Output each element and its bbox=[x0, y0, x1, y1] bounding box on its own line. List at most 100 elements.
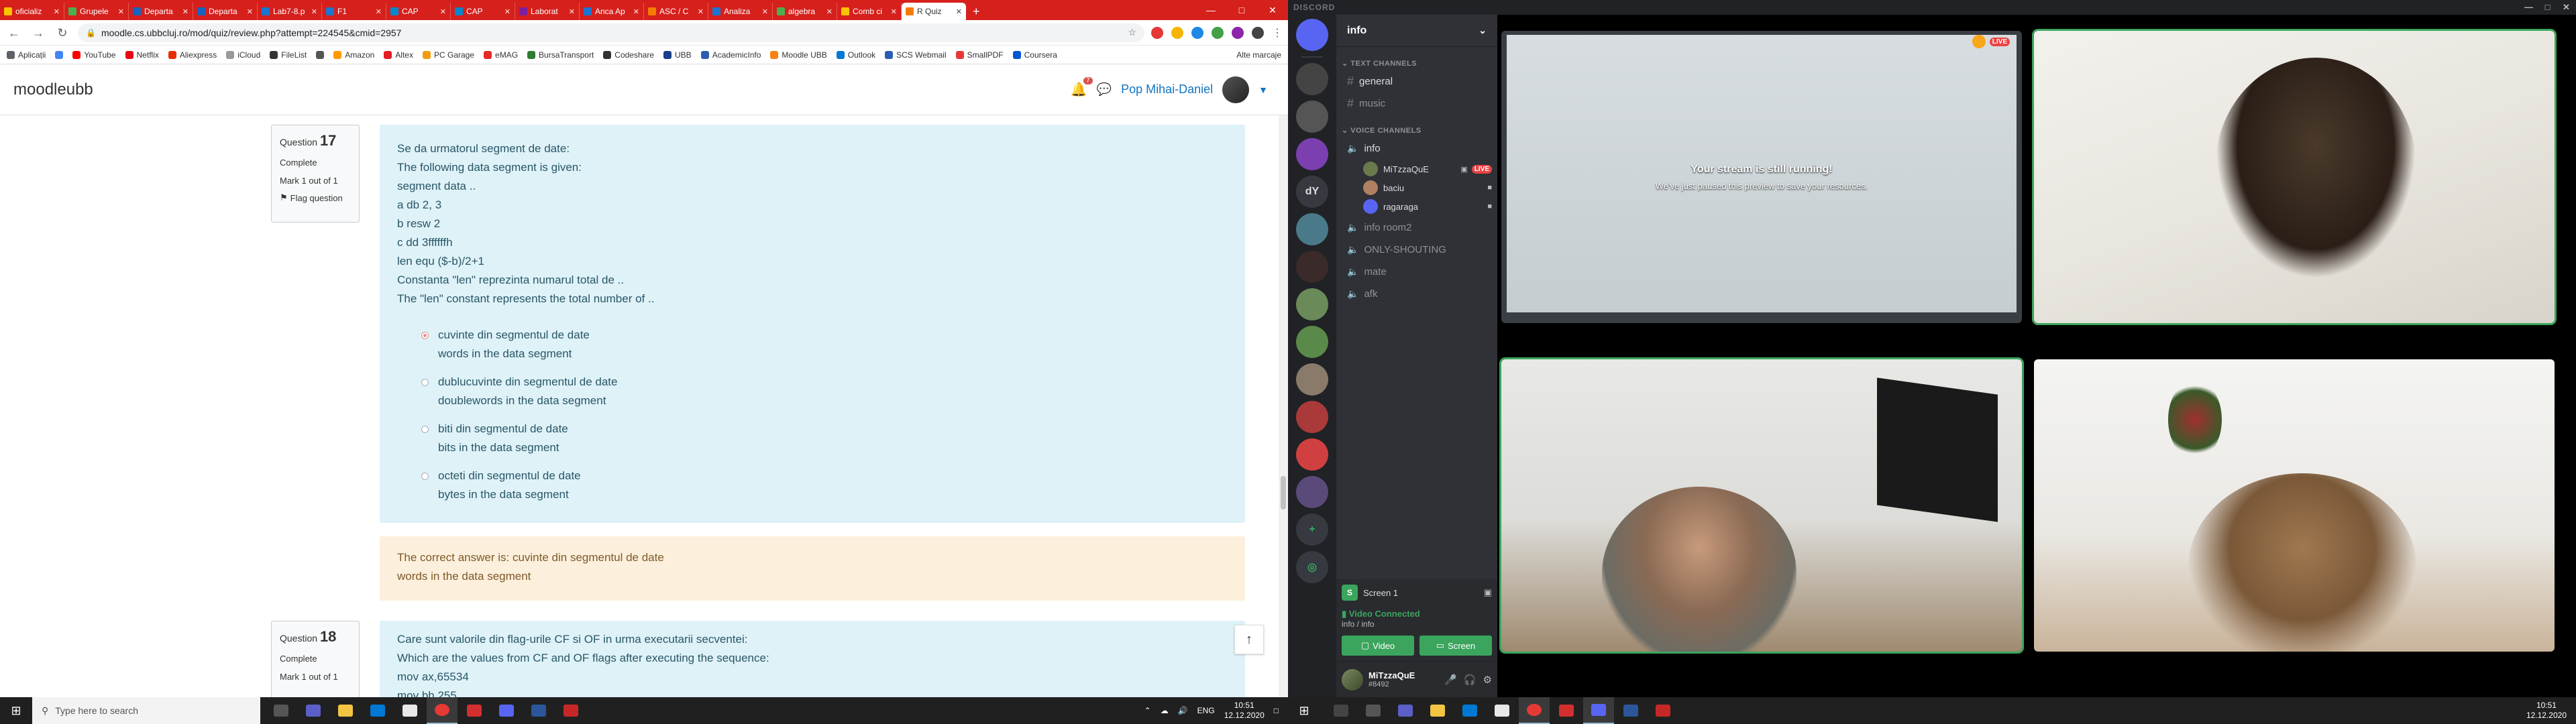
maximize-icon[interactable]: □ bbox=[2538, 2, 2557, 13]
browser-tab[interactable]: Grupele ✕ bbox=[64, 3, 129, 20]
bookmark-item[interactable]: SmallPDF bbox=[955, 50, 1004, 60]
server-icon[interactable] bbox=[1296, 476, 1328, 508]
tab-close-icon[interactable]: ✕ bbox=[569, 7, 575, 16]
answer-radio[interactable] bbox=[421, 379, 429, 386]
extension-icon[interactable] bbox=[1212, 26, 1224, 39]
word-icon[interactable] bbox=[1615, 697, 1646, 724]
voice-channel[interactable]: 🔈 ONLY-SHOUTING bbox=[1342, 239, 1492, 260]
windows-start-icon[interactable]: ⊞ bbox=[1288, 697, 1320, 724]
browser-tab[interactable]: F1 ✕ bbox=[322, 3, 386, 20]
bookmark-item[interactable]: Amazon bbox=[333, 50, 374, 60]
system-clock[interactable]: 10:51 12.12.2020 bbox=[2526, 701, 2567, 721]
bookmark-item[interactable]: Altex bbox=[384, 50, 413, 60]
bookmark-item[interactable]: eMAG bbox=[484, 50, 518, 60]
browser-tab[interactable]: CAP ✕ bbox=[386, 3, 451, 20]
bookmark-item[interactable]: PC Garage bbox=[422, 50, 474, 60]
back-icon[interactable]: ← bbox=[5, 24, 23, 42]
windows-start-icon[interactable]: ⊞ bbox=[0, 697, 32, 724]
tab-close-icon[interactable]: ✕ bbox=[762, 7, 768, 16]
browser-tab[interactable]: Comb ci ✕ bbox=[837, 3, 902, 20]
bookmark-item[interactable]: BursaTransport bbox=[527, 50, 594, 60]
profile-avatar[interactable] bbox=[1252, 26, 1264, 39]
language-indicator[interactable]: ENG bbox=[1197, 706, 1215, 715]
extension-icon[interactable] bbox=[1171, 26, 1183, 39]
bookmark-item[interactable]: Coursera bbox=[1012, 50, 1057, 60]
notification-bell-icon[interactable]: 🔔 7 bbox=[1071, 77, 1093, 98]
volume-icon[interactable]: 🔊 bbox=[1178, 706, 1188, 715]
browser-tab[interactable]: CAP ✕ bbox=[451, 3, 515, 20]
text-channels-category[interactable]: ⌄ TEXT CHANNELS bbox=[1342, 59, 1497, 68]
video-tile-camera[interactable] bbox=[2034, 31, 2555, 323]
browser-tab[interactable]: algebra ✕ bbox=[773, 3, 837, 20]
user-menu-name[interactable]: Pop Mihai-Daniel bbox=[1121, 82, 1213, 97]
video-button[interactable]: ▢ Video bbox=[1342, 636, 1414, 656]
answer-radio[interactable] bbox=[421, 332, 429, 339]
avatar[interactable] bbox=[1222, 76, 1250, 103]
tab-close-icon[interactable]: ✕ bbox=[376, 7, 382, 16]
bookmark-star-icon[interactable]: ☆ bbox=[1128, 27, 1136, 38]
tab-close-icon[interactable]: ✕ bbox=[182, 7, 189, 16]
server-icon[interactable] bbox=[1296, 63, 1328, 95]
other-bookmarks[interactable]: Alte marcaje bbox=[1233, 50, 1281, 60]
server-icon[interactable]: dY bbox=[1296, 176, 1328, 208]
kebab-menu-icon[interactable]: ⋮ bbox=[1272, 26, 1283, 40]
scrollbar-thumb[interactable] bbox=[1281, 476, 1286, 509]
new-tab-button[interactable]: + bbox=[966, 3, 987, 20]
add-server-icon[interactable]: + bbox=[1296, 514, 1328, 546]
text-channel-music[interactable]: # music bbox=[1342, 93, 1492, 114]
bookmark-item[interactable]: Aliexpress bbox=[168, 50, 217, 60]
bookmark-item[interactable]: AcademicInfo bbox=[700, 50, 761, 60]
discord-taskbar-icon[interactable] bbox=[1583, 697, 1614, 724]
file-explorer-icon[interactable] bbox=[330, 697, 361, 724]
tab-close-icon[interactable]: ✕ bbox=[698, 7, 704, 16]
microphone-icon[interactable]: 🎤 bbox=[1444, 674, 1457, 686]
explore-servers-icon[interactable]: ◎ bbox=[1296, 551, 1328, 583]
browser-tab[interactable]: Analiza ✕ bbox=[708, 3, 773, 20]
extension-adblock-icon[interactable] bbox=[1151, 26, 1163, 39]
voice-channel-info[interactable]: 🔈 info bbox=[1342, 137, 1492, 159]
page-scrollbar[interactable] bbox=[1279, 115, 1288, 697]
tab-close-icon[interactable]: ✕ bbox=[956, 7, 962, 16]
tab-close-icon[interactable]: ✕ bbox=[633, 7, 639, 16]
maximize-icon[interactable]: □ bbox=[1226, 0, 1257, 20]
server-icon[interactable] bbox=[1296, 288, 1328, 320]
messages-icon[interactable]: 💬 bbox=[1097, 82, 1112, 97]
file-explorer-icon[interactable] bbox=[1422, 697, 1453, 724]
tab-close-icon[interactable]: ✕ bbox=[118, 7, 124, 16]
avatar[interactable] bbox=[1342, 668, 1363, 690]
teams-icon[interactable] bbox=[298, 697, 329, 724]
browser-tab[interactable]: Departa ✕ bbox=[193, 3, 258, 20]
browser-tab[interactable]: Laborat ✕ bbox=[515, 3, 580, 20]
browser-tab[interactable]: ASC / C ✕ bbox=[644, 3, 708, 20]
server-icon[interactable] bbox=[1296, 401, 1328, 433]
tab-close-icon[interactable]: ✕ bbox=[891, 7, 897, 16]
browser-tab[interactable]: Anca Ap ✕ bbox=[580, 3, 644, 20]
voice-channels-category[interactable]: ⌄ VOICE CHANNELS bbox=[1342, 126, 1497, 135]
bookmark-item[interactable] bbox=[55, 50, 64, 59]
connected-channel[interactable]: info / info bbox=[1342, 619, 1492, 629]
chrome-taskbar-icon[interactable] bbox=[1519, 697, 1550, 724]
store-icon[interactable] bbox=[1454, 697, 1485, 724]
bookmark-item[interactable]: FileList bbox=[270, 50, 307, 60]
pdf-reader-icon[interactable] bbox=[1551, 697, 1582, 724]
tray-chevron-icon[interactable]: ⌃ bbox=[1144, 706, 1151, 715]
bookmark-item[interactable]: iCloud bbox=[226, 50, 260, 60]
back-to-top-button[interactable]: ↑ bbox=[1234, 625, 1264, 654]
task-view-icon[interactable] bbox=[266, 697, 297, 724]
stream-tile[interactable]: Your stream is still running! We've just… bbox=[1501, 31, 2022, 323]
discord-taskbar-icon[interactable] bbox=[491, 697, 522, 724]
search-icon[interactable] bbox=[1326, 697, 1356, 724]
gear-icon[interactable]: ⚙ bbox=[1483, 674, 1492, 686]
task-view-icon[interactable] bbox=[1358, 697, 1389, 724]
voice-channel[interactable]: 🔈 info room2 bbox=[1342, 217, 1492, 238]
flag-question-link[interactable]: ⚑ Flag question bbox=[280, 192, 351, 203]
browser-tab[interactable]: R Quiz ✕ bbox=[902, 3, 966, 20]
tab-close-icon[interactable]: ✕ bbox=[54, 7, 60, 16]
browser-tab[interactable]: Departa ✕ bbox=[129, 3, 193, 20]
close-icon[interactable]: ✕ bbox=[2557, 2, 2576, 13]
url-input[interactable]: 🔒 moodle.cs.ubbcluj.ro/mod/quiz/review.p… bbox=[78, 23, 1144, 42]
reload-icon[interactable]: ↻ bbox=[54, 24, 71, 42]
word-icon[interactable] bbox=[523, 697, 554, 724]
pdf-reader-icon[interactable] bbox=[459, 697, 490, 724]
voice-channel[interactable]: 🔈 afk bbox=[1342, 283, 1492, 304]
